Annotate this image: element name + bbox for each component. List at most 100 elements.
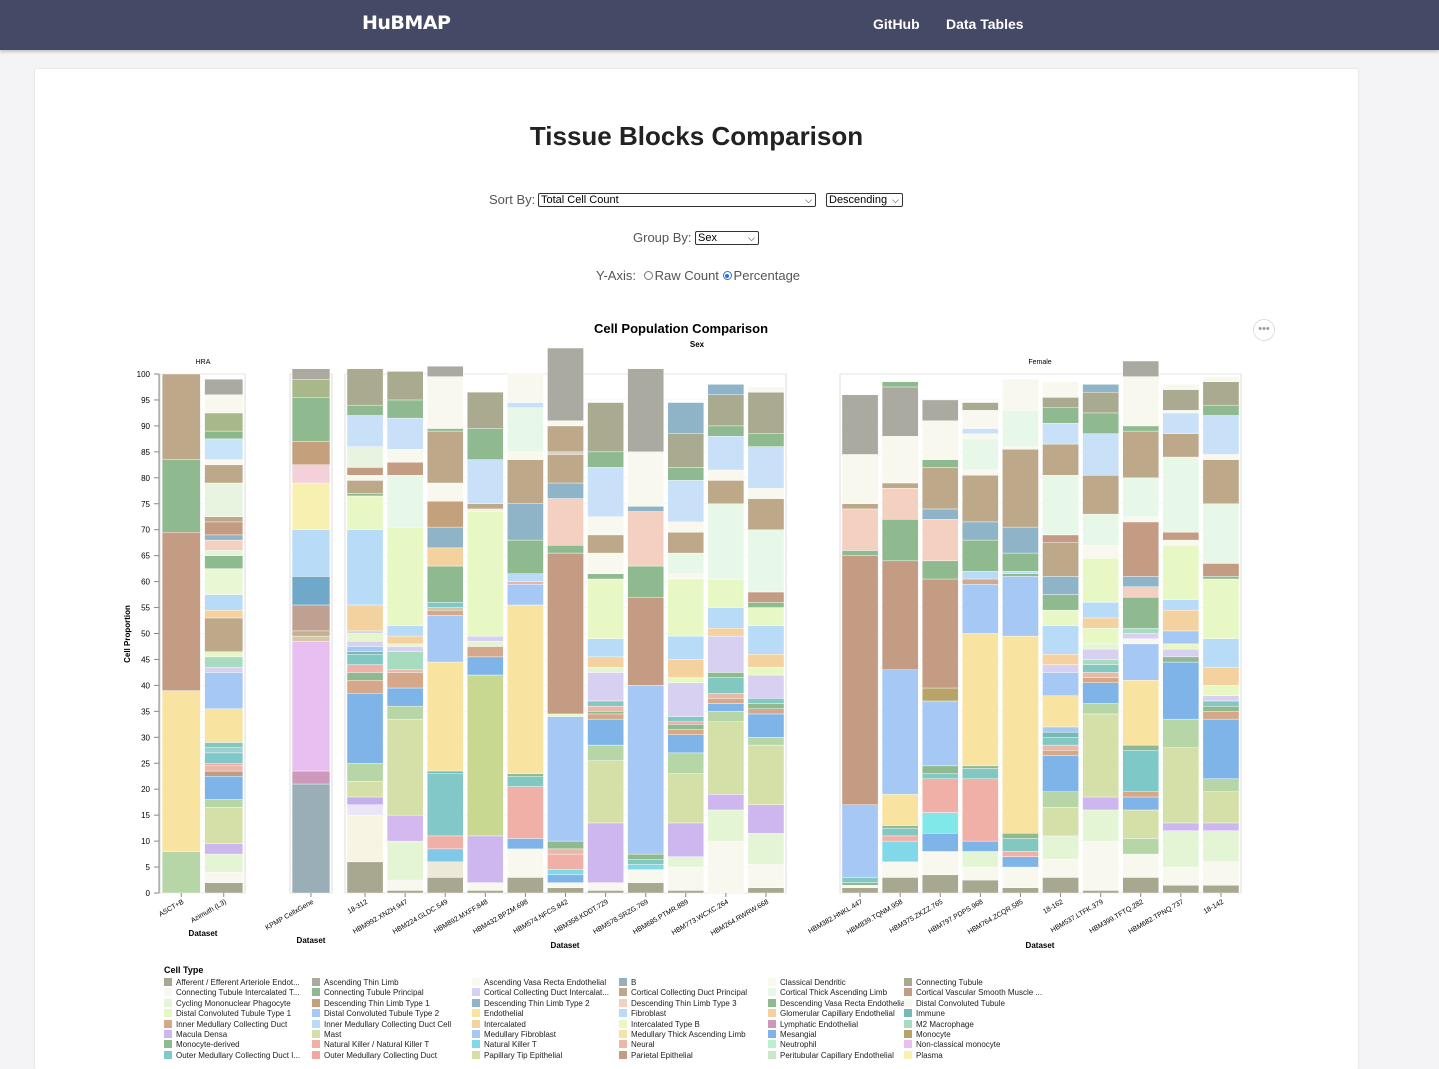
legend-swatch (904, 978, 912, 986)
legend-label: Immune (916, 1009, 945, 1019)
legend-item[interactable]: Cortical Collecting Duct Principal (619, 988, 747, 997)
legend-swatch (904, 1030, 912, 1038)
legend-swatch (164, 1030, 172, 1038)
legend-item[interactable]: Fibroblast (619, 1009, 666, 1018)
legend-item[interactable]: Plasma (904, 1050, 943, 1060)
legend-item[interactable]: Afferent / Efferent Arteriole Endot... (164, 978, 300, 987)
legend-item[interactable]: Intercalated (472, 1019, 526, 1029)
legend-label: Descending Thin Limb Type 3 (631, 998, 737, 1008)
legend-label: Cortical Vascular Smooth Muscle ... (916, 988, 1043, 998)
legend-item[interactable]: Immune (904, 1009, 945, 1018)
legend-item[interactable]: Distal Convoluted Tubule Type 1 (164, 1009, 291, 1018)
legend-item[interactable]: Macula Densa (164, 1030, 227, 1039)
legend-swatch (768, 1030, 776, 1038)
legend-label: Outer Medullary Collecting Duct I... (176, 1050, 301, 1060)
legend-swatch (472, 1030, 480, 1038)
nav-link-data-tables[interactable]: Data Tables (946, 16, 1024, 32)
legend-item[interactable]: Glomerular Capillary Endothelial (768, 1009, 895, 1018)
content-card (35, 69, 1358, 1069)
legend-item[interactable]: Distal Convoluted Tubule (904, 998, 1005, 1008)
legend-item[interactable]: B (619, 978, 636, 987)
legend-item[interactable]: Descending Vasa Recta Endothelial (768, 998, 907, 1008)
nav-link-github[interactable]: GitHub (873, 16, 920, 32)
legend-swatch (312, 1009, 320, 1018)
legend-label: Connecting Tubule (916, 978, 983, 987)
legend-item[interactable]: Connecting Tubule Principal (312, 988, 424, 997)
legend-label: Afferent / Efferent Arteriole Endot... (176, 978, 300, 987)
chevron-down-icon: ⌵ (892, 195, 899, 205)
legend-label: Connecting Tubule Intercalated T... (176, 988, 300, 998)
legend-item[interactable]: Natural Killer / Natural Killer T (312, 1040, 429, 1049)
legend-label: Endothelial (484, 1009, 524, 1019)
legend-swatch (472, 998, 480, 1007)
legend-label: Intercalated Type B (631, 1019, 700, 1029)
legend-item[interactable]: Non-classical monocyte (904, 1040, 1000, 1049)
legend-item[interactable]: Natural Killer T (472, 1040, 537, 1049)
top-navbar: HuBMAP GitHub Data Tables (0, 0, 1439, 50)
legend-item[interactable]: Mast (312, 1030, 341, 1039)
legend-swatch (164, 978, 172, 986)
legend-item[interactable]: M2 Macrophage (904, 1019, 974, 1029)
legend-label: Non-classical monocyte (916, 1040, 1001, 1050)
legend-item[interactable]: Medullary Fibroblast (472, 1030, 556, 1039)
hubmap-logo[interactable]: HuBMAP (362, 12, 451, 34)
legend-item[interactable]: Parietal Epithelial (619, 1050, 693, 1060)
legend-item[interactable]: Neural (619, 1040, 655, 1049)
legend-label: Fibroblast (631, 1009, 667, 1019)
raw-count-radio[interactable] (643, 271, 653, 280)
chevron-down-icon: ⌵ (748, 233, 755, 243)
legend-swatch (472, 988, 480, 997)
legend-item[interactable]: Connecting Tubule Intercalated T... (164, 988, 300, 997)
legend-item[interactable]: Papillary Tip Epithelial (472, 1050, 562, 1060)
legend-item[interactable]: Descending Thin Limb Type 2 (472, 998, 590, 1008)
legend-swatch (619, 1030, 627, 1038)
group-by-select[interactable]: Sex ⌵ (695, 231, 759, 245)
legend-label: Plasma (916, 1050, 943, 1060)
sort-order-value: Descending (829, 194, 888, 206)
legend-swatch (768, 1040, 776, 1049)
legend-item[interactable]: Ascending Vasa Recta Endothelial (472, 978, 606, 987)
legend-swatch (619, 1019, 627, 1028)
legend-item[interactable]: Connecting Tubule (904, 978, 983, 987)
legend-swatch (619, 988, 627, 997)
legend-item[interactable]: Cycling Mononuclear Phagocyte (164, 998, 291, 1008)
legend-item[interactable]: Monocyte-derived (164, 1040, 240, 1049)
legend-swatch (768, 1009, 776, 1018)
legend-label: Cortical Thick Ascending Limb (780, 988, 888, 998)
legend-item[interactable]: Cortical Vascular Smooth Muscle ... (904, 988, 1042, 997)
legend-item[interactable]: Distal Convoluted Tubule Type 2 (312, 1009, 439, 1018)
y-axis-control: Y-Axis: Raw Count Percentage (596, 268, 800, 283)
legend-item[interactable]: Monocyte (904, 1030, 951, 1039)
legend-item[interactable]: Inner Medullary Collecting Duct Cell (312, 1019, 451, 1029)
legend-label: Intercalated (484, 1019, 526, 1029)
legend-item[interactable]: Intercalated Type B (619, 1019, 700, 1029)
legend-item[interactable]: Neutrophil (768, 1040, 816, 1049)
legend-item[interactable]: Outer Medullary Collecting Duct (312, 1050, 437, 1060)
legend-label: Glomerular Capillary Endothelial (780, 1009, 895, 1019)
legend-title: Cell Type (164, 965, 204, 975)
chart-actions-button[interactable]: ••• (1253, 319, 1275, 341)
legend-label: Distal Convoluted Tubule Type 1 (176, 1009, 292, 1019)
percentage-label: Percentage (733, 268, 801, 283)
legend-label: Cycling Mononuclear Phagocyte (176, 998, 291, 1008)
legend-label: Natural Killer T (484, 1040, 537, 1050)
legend-item[interactable]: Classical Dendritic (768, 978, 846, 987)
legend-label: Inner Medullary Collecting Duct (176, 1019, 288, 1029)
legend-item[interactable]: Endothelial (472, 1009, 524, 1018)
legend-item[interactable]: Descending Thin Limb Type 3 (619, 998, 737, 1008)
legend-item[interactable]: Lymphatic Endothelial (768, 1019, 858, 1029)
sort-order-select[interactable]: Descending ⌵ (826, 193, 903, 207)
legend-item[interactable]: Peritubular Capillary Endothelial (768, 1050, 894, 1060)
legend-swatch (472, 1019, 480, 1028)
legend-item[interactable]: Mesangial (768, 1030, 816, 1039)
legend-item[interactable]: Descending Thin Limb Type 1 (312, 998, 430, 1008)
legend-item[interactable]: Ascending Thin Limb (312, 978, 399, 987)
legend-item[interactable]: Cortical Collecting Duct Intercalat... (472, 988, 609, 997)
legend-label: Cortical Collecting Duct Intercalat... (484, 988, 609, 998)
sort-by-select[interactable]: Total Cell Count ⌵ (538, 193, 816, 207)
legend-item[interactable]: Inner Medullary Collecting Duct (164, 1019, 288, 1029)
legend-item[interactable]: Medullary Thick Ascending Limb (619, 1030, 746, 1039)
percentage-radio[interactable] (722, 271, 732, 280)
legend-item[interactable]: Outer Medullary Collecting Duct I... (164, 1050, 301, 1060)
legend-item[interactable]: Cortical Thick Ascending Limb (768, 988, 887, 997)
